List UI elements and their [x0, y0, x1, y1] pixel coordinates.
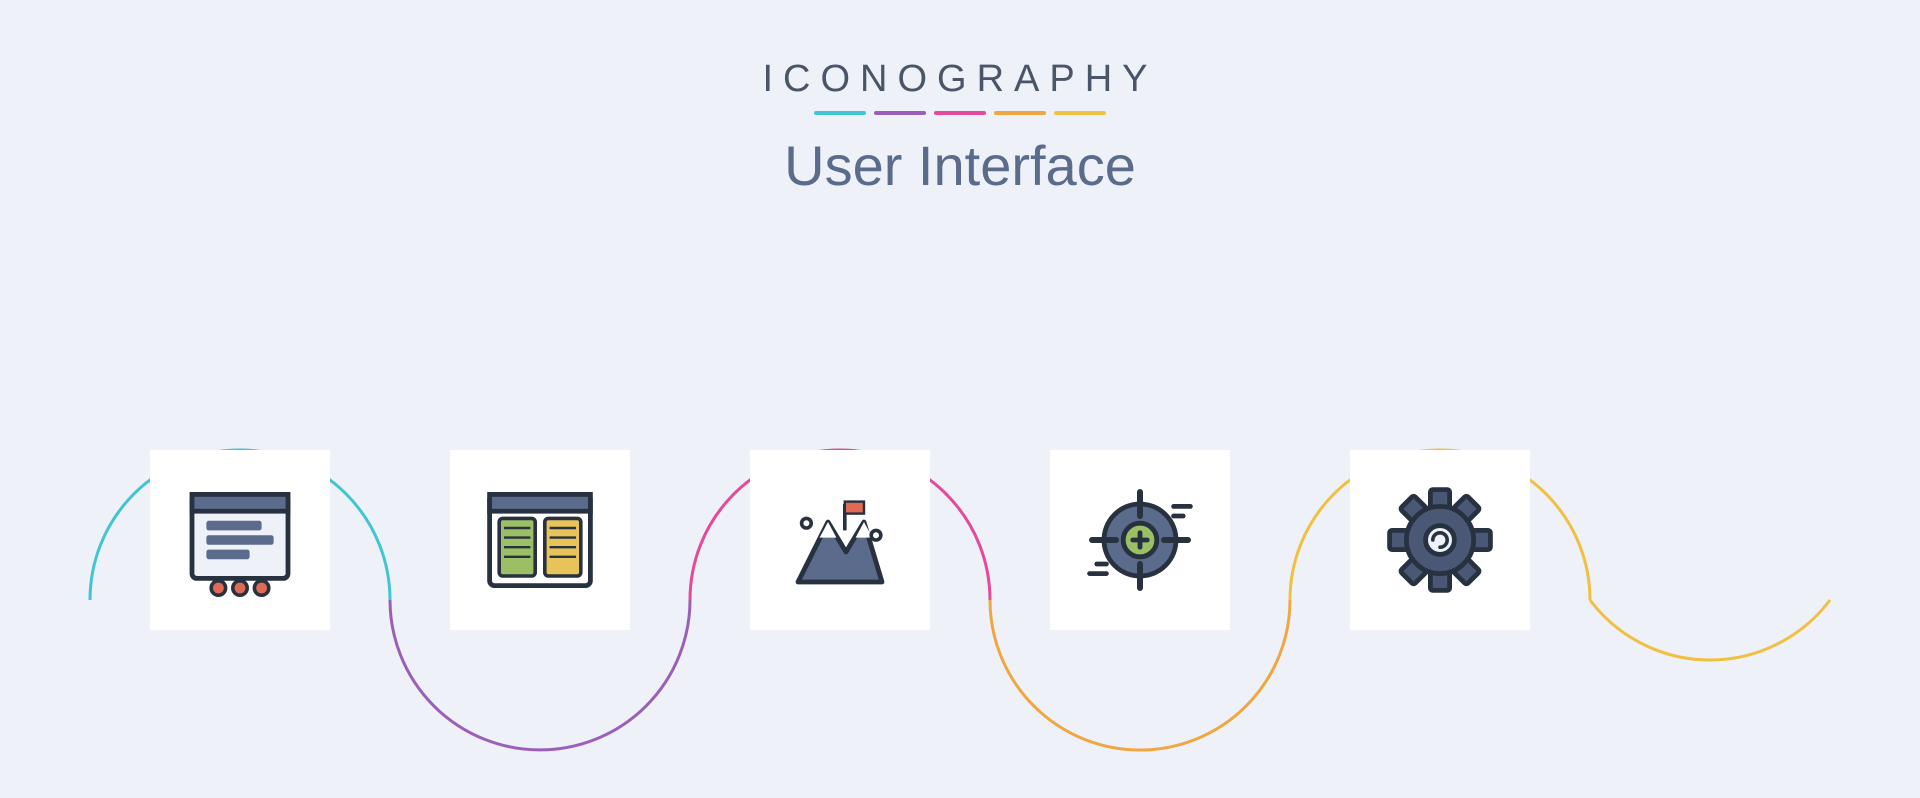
underline-cyan	[814, 111, 866, 115]
underline-yellow	[1054, 111, 1106, 115]
header: ICONOGRAPHY User Interface	[0, 58, 1920, 198]
icon-stage	[0, 300, 1920, 760]
underline-magenta	[934, 111, 986, 115]
brand-text: ICONOGRAPHY	[0, 58, 1920, 101]
browser-columns-icon	[480, 480, 600, 600]
gear-icon	[1380, 480, 1500, 600]
underline-purple	[874, 111, 926, 115]
icon-card-3	[750, 450, 930, 630]
icon-card-1	[150, 450, 330, 630]
mountain-flag-icon	[780, 480, 900, 600]
underline-orange	[994, 111, 1046, 115]
icon-card-2	[450, 450, 630, 630]
pack-title: User Interface	[0, 133, 1920, 198]
icon-card-5	[1350, 450, 1530, 630]
icon-card-4	[1050, 450, 1230, 630]
browser-form-icon	[180, 480, 300, 600]
brand-underline	[0, 111, 1920, 115]
target-icon	[1080, 480, 1200, 600]
